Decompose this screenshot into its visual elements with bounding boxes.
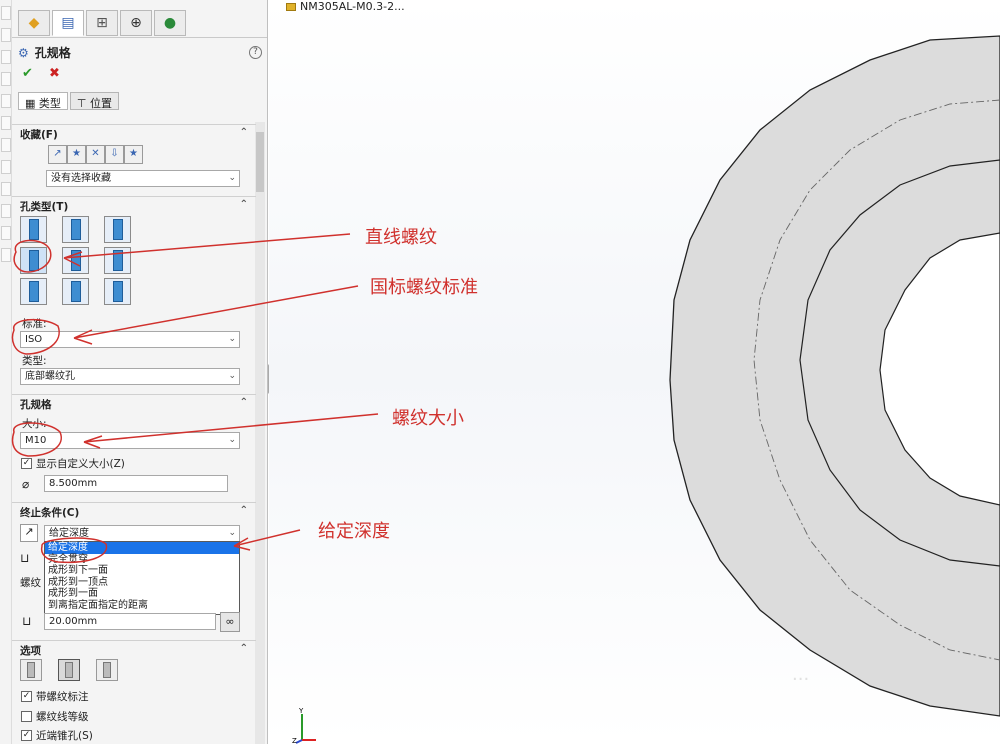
- annotation-given-depth: 给定深度: [318, 521, 390, 542]
- highlight-circle-size: [11, 422, 62, 457]
- annotation-arrow-size: [83, 413, 379, 449]
- annotation-arrow-straight-thread: [63, 233, 351, 267]
- highlight-circle-standard: [11, 318, 60, 355]
- highlight-circle-straight-tap: [13, 239, 52, 273]
- annotation-straight-thread: 直线螺纹: [365, 227, 437, 248]
- annotation-thread-size: 螺纹大小: [392, 408, 464, 429]
- annotation-overlay: [11, 233, 379, 564]
- annotation-gb-standard: 国标螺纹标准: [370, 277, 478, 298]
- highlight-circle-depth: [40, 537, 108, 564]
- annotation-arrow-standard: [73, 285, 359, 345]
- annotation-arrow-depth: [233, 529, 301, 551]
